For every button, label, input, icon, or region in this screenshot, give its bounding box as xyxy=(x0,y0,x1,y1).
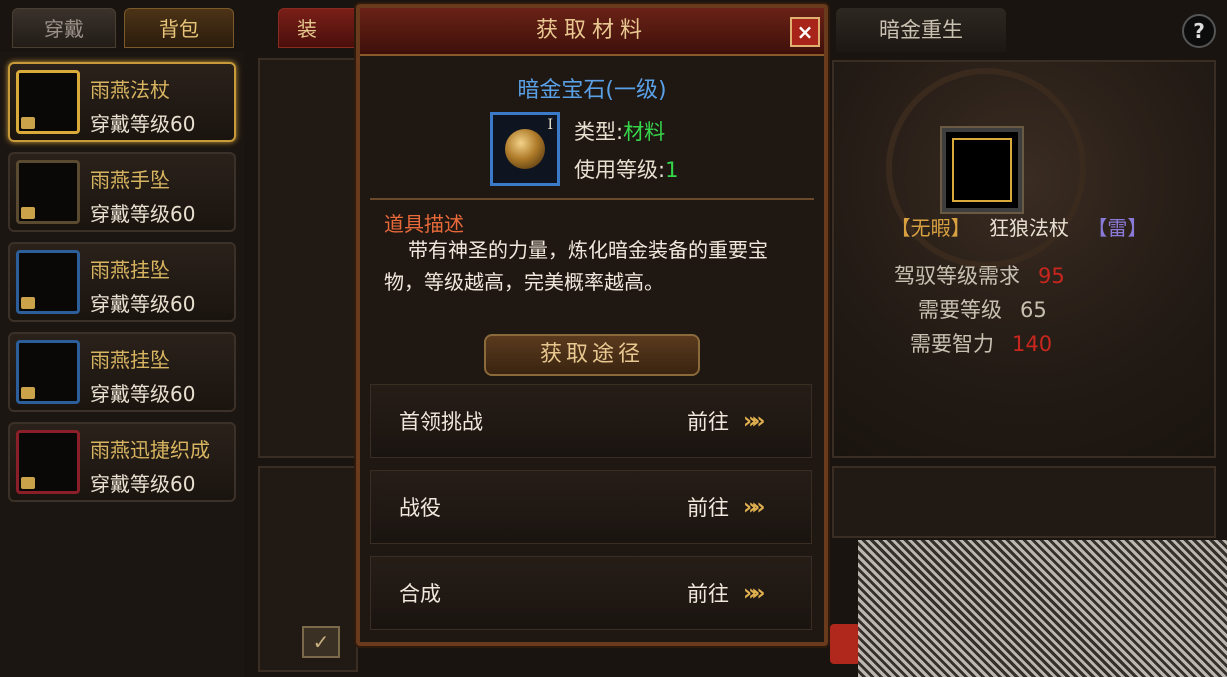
stat-value: 95 xyxy=(1038,264,1065,288)
equip-name: 狂狼法杖 xyxy=(989,216,1069,240)
route-name: 首领挑战 xyxy=(399,410,483,434)
type-line: 类型:材料 xyxy=(574,116,665,146)
pendant-icon xyxy=(16,340,80,404)
tag-thunder: 【雷】 xyxy=(1087,216,1148,240)
help-icon[interactable]: ? xyxy=(1182,14,1216,48)
gem-level: I xyxy=(547,117,553,133)
stat-control-level: 驾驭等级需求 95 xyxy=(894,260,1065,290)
pendant-icon xyxy=(16,250,80,314)
item-level: 穿戴等级60 xyxy=(90,472,196,496)
use-level-line: 使用等级:1 xyxy=(574,154,678,184)
go-button[interactable]: 前往 xyxy=(687,385,729,459)
list-item[interactable]: 雨燕挂坠 穿戴等级60 xyxy=(8,332,236,412)
divider xyxy=(370,198,814,200)
double-chevron-icon[interactable]: »» xyxy=(743,471,766,545)
equip-title: 【无暇】 狂狼法杖 【雷】 xyxy=(854,212,1184,241)
item-level: 穿戴等级60 xyxy=(90,112,196,136)
staff-icon xyxy=(952,138,1012,202)
lock-icon xyxy=(21,207,35,219)
type-label: 类型: xyxy=(574,120,624,144)
item-level: 穿戴等级60 xyxy=(90,202,196,226)
type-value: 材料 xyxy=(623,120,666,144)
lock-icon xyxy=(21,297,35,309)
use-level-label: 使用等级: xyxy=(574,158,666,182)
belt-icon xyxy=(16,430,80,494)
acquire-route-banner: 获取途径 xyxy=(484,334,700,376)
obscured-region xyxy=(858,540,1227,677)
list-item[interactable]: 雨燕手坠 穿戴等级60 xyxy=(8,152,236,232)
route-row-boss-challenge[interactable]: 首领挑战 前往 »» xyxy=(370,384,812,458)
stat-required-level: 需要等级 65 xyxy=(918,294,1047,324)
item-name: 雨燕挂坠 xyxy=(90,258,170,282)
checkbox[interactable]: ✓ xyxy=(302,626,340,658)
route-row-synthesis[interactable]: 合成 前往 »» xyxy=(370,556,812,630)
tab-bag[interactable]: 背包 xyxy=(124,8,234,48)
stat-value: 65 xyxy=(1020,298,1047,322)
stat-label: 需要智力 xyxy=(910,332,994,356)
material-icon-box: I xyxy=(490,112,560,186)
use-level-value: 1 xyxy=(665,158,679,182)
lock-icon xyxy=(21,477,35,489)
item-name: 雨燕法杖 xyxy=(90,78,170,102)
item-list: 雨燕法杖 穿戴等级60 雨燕手坠 穿戴等级60 雨燕挂坠 穿戴等级60 雨燕挂坠… xyxy=(0,52,244,677)
tag-flawless: 【无暇】 xyxy=(890,216,971,240)
red-button[interactable] xyxy=(830,624,860,664)
gem-icon xyxy=(505,129,545,169)
background-panel xyxy=(258,58,358,458)
list-item[interactable]: 雨燕法杖 穿戴等级60 xyxy=(8,62,236,142)
list-item[interactable]: 雨燕挂坠 穿戴等级60 xyxy=(8,242,236,322)
go-button[interactable]: 前往 xyxy=(687,557,729,631)
item-level: 穿戴等级60 xyxy=(90,382,196,406)
tab-dark-gold-rebirth[interactable]: 暗金重生 xyxy=(836,8,1006,52)
item-name: 雨燕挂坠 xyxy=(90,348,170,372)
item-level: 穿戴等级60 xyxy=(90,292,196,316)
item-name: 雨燕手坠 xyxy=(90,168,170,192)
go-button[interactable]: 前往 xyxy=(687,471,729,545)
route-name: 合成 xyxy=(399,582,441,606)
hand-pendant-icon xyxy=(16,160,80,224)
stat-required-intellect: 需要智力 140 xyxy=(910,328,1052,358)
item-name: 雨燕迅捷织成 xyxy=(90,438,210,462)
double-chevron-icon[interactable]: »» xyxy=(743,557,766,631)
description-text: 带有神圣的力量，炼化暗金装备的重要宝物，等级越高，完美概率越高。 xyxy=(384,238,768,294)
dialog-title: 获取材料 xyxy=(535,18,648,43)
double-chevron-icon[interactable]: »» xyxy=(743,385,766,459)
tab-wear[interactable]: 穿戴 xyxy=(12,8,116,48)
equip-slot[interactable] xyxy=(940,126,1024,214)
list-item[interactable]: 雨燕迅捷织成 穿戴等级60 xyxy=(8,422,236,502)
staff-icon xyxy=(16,70,80,134)
background-panel xyxy=(832,466,1216,538)
tab-equip[interactable]: 装备 xyxy=(278,8,368,81)
material-name: 暗金宝石(一级) xyxy=(517,78,667,103)
lock-icon xyxy=(21,117,35,129)
route-name: 战役 xyxy=(399,496,441,520)
dialog-header: 获取材料 × xyxy=(360,8,824,56)
description-heading: 道具描述 xyxy=(384,212,464,236)
equipment-info-panel: 【无暇】 狂狼法杖 【雷】 驾驭等级需求 95 需要等级 65 需要智力 140 xyxy=(832,60,1216,458)
acquire-material-dialog: 获取材料 × 暗金宝石(一级) I 类型:材料 使用等级:1 道具描述 带有神圣… xyxy=(356,4,828,646)
stat-value: 140 xyxy=(1012,332,1053,356)
lock-icon xyxy=(21,387,35,399)
route-row-campaign[interactable]: 战役 前往 »» xyxy=(370,470,812,544)
close-button[interactable]: × xyxy=(790,17,820,47)
stat-label: 驾驭等级需求 xyxy=(894,264,1020,288)
stat-label: 需要等级 xyxy=(918,298,1002,322)
